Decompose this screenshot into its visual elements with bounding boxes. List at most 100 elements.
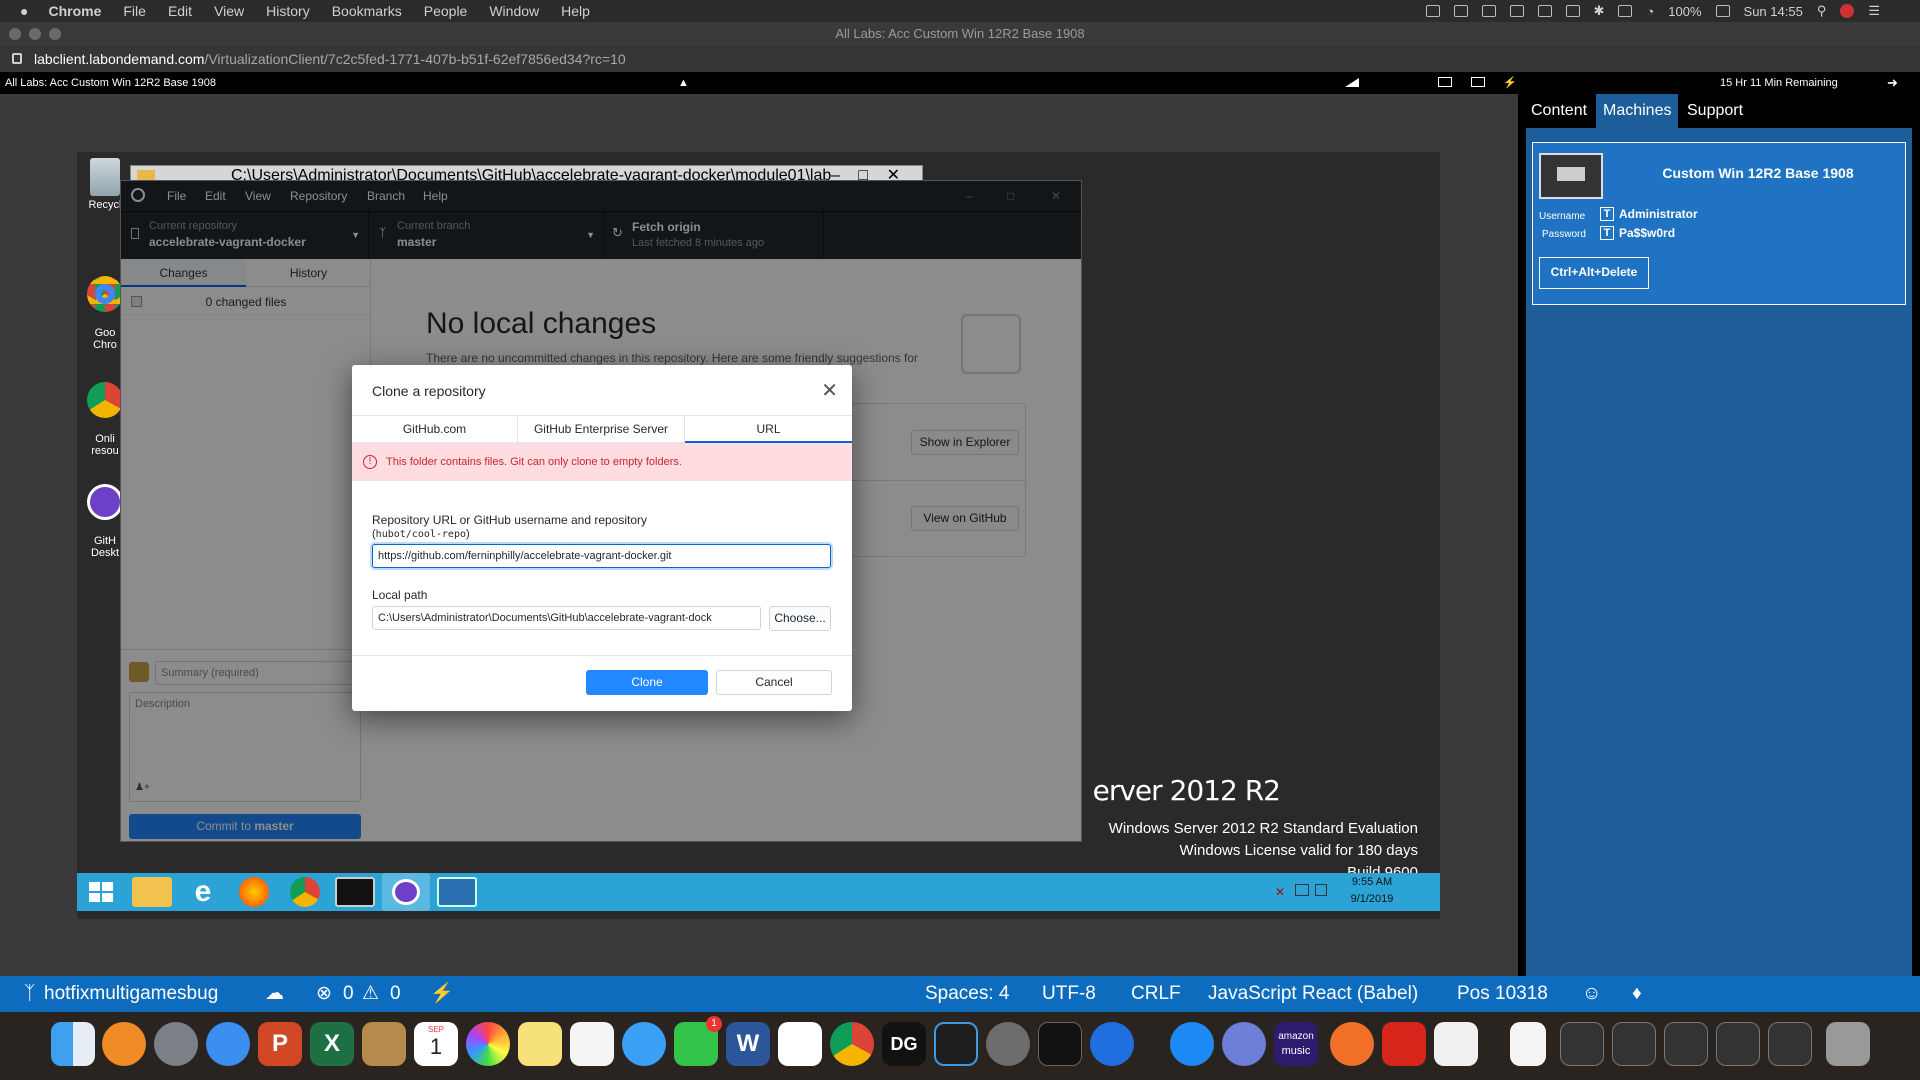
bluetooth-icon[interactable]: ✱ bbox=[1594, 3, 1605, 19]
type-text-password-button[interactable]: T bbox=[1600, 226, 1614, 240]
notification-center-icon[interactable]: ☰ bbox=[1868, 3, 1880, 19]
minimized-window-thumbnail[interactable] bbox=[1664, 1022, 1708, 1066]
tab-url[interactable]: URL bbox=[685, 416, 852, 443]
calendar-icon[interactable]: SEP 1 bbox=[414, 1022, 458, 1066]
books-icon[interactable] bbox=[102, 1022, 146, 1066]
notifications-bell-icon[interactable]: ♦ bbox=[1632, 976, 1642, 1012]
taskbar-date[interactable]: 9/1/2019 bbox=[1347, 893, 1397, 905]
amazon-music-icon[interactable]: amazon music bbox=[1274, 1022, 1318, 1066]
network-icon[interactable] bbox=[1295, 884, 1309, 896]
trash-icon[interactable] bbox=[1826, 1022, 1870, 1066]
volume-muted-icon[interactable]: ✕ bbox=[1275, 885, 1285, 899]
pdf-document-icon[interactable] bbox=[1510, 1022, 1546, 1066]
excel-icon[interactable]: X bbox=[310, 1022, 354, 1066]
menu-bookmarks[interactable]: Bookmarks bbox=[332, 3, 402, 19]
sync-cloud-icon[interactable]: ☁ bbox=[265, 976, 284, 1012]
tab-support[interactable]: Support bbox=[1680, 94, 1750, 128]
notes-icon[interactable] bbox=[518, 1022, 562, 1066]
slack-icon[interactable] bbox=[778, 1022, 822, 1066]
acrobat-icon[interactable] bbox=[1382, 1022, 1426, 1066]
spotlight-icon[interactable]: ⚲ bbox=[1817, 3, 1827, 19]
firefox-icon[interactable] bbox=[239, 877, 269, 907]
vscode-icon[interactable] bbox=[934, 1022, 978, 1066]
minimized-window-thumbnail[interactable] bbox=[1612, 1022, 1656, 1066]
firefox-icon[interactable] bbox=[1090, 1022, 1134, 1066]
finder-icon[interactable] bbox=[51, 1022, 95, 1066]
github-desktop-taskbar-active[interactable] bbox=[382, 873, 430, 911]
minimized-window-thumbnail[interactable] bbox=[1560, 1022, 1604, 1066]
close-window-button[interactable] bbox=[9, 28, 21, 40]
menu-help[interactable]: Help bbox=[561, 3, 590, 19]
line-ending[interactable]: CRLF bbox=[1131, 976, 1181, 1012]
menu-history[interactable]: History bbox=[266, 3, 310, 19]
chrome-icon[interactable] bbox=[290, 877, 320, 907]
menu-window[interactable]: Window bbox=[489, 3, 539, 19]
menu-people[interactable]: People bbox=[424, 3, 468, 19]
close-icon[interactable]: ✕ bbox=[821, 378, 838, 403]
chrome-icon[interactable] bbox=[830, 1022, 874, 1066]
git-branch-icon[interactable]: ᛉ bbox=[24, 976, 35, 1012]
password-value[interactable]: Pa$$w0rd bbox=[1619, 226, 1675, 240]
tab-content[interactable]: Content bbox=[1524, 94, 1594, 128]
local-path-input[interactable]: C:\Users\Administrator\Documents\GitHub\… bbox=[372, 606, 761, 630]
warning-count[interactable]: 0 bbox=[390, 976, 401, 1012]
user-avatar[interactable] bbox=[1840, 4, 1855, 18]
facetime-icon[interactable]: 1 bbox=[674, 1016, 722, 1066]
exit-icon[interactable]: ➜ bbox=[1887, 72, 1898, 94]
messages-icon[interactable] bbox=[622, 1022, 666, 1066]
launchpad-icon[interactable] bbox=[154, 1022, 198, 1066]
tab-github-com[interactable]: GitHub.com bbox=[352, 416, 518, 443]
indentation[interactable]: Spaces: 4 bbox=[925, 976, 1010, 1012]
start-button[interactable] bbox=[81, 877, 121, 907]
command-prompt-icon[interactable] bbox=[335, 877, 375, 907]
battery-indicator-icon[interactable] bbox=[1618, 5, 1633, 17]
feedback-smiley-icon[interactable]: ☺ bbox=[1582, 976, 1601, 1012]
word-icon[interactable]: W bbox=[726, 1022, 770, 1066]
tray-app-icon[interactable] bbox=[1453, 5, 1468, 17]
system-preferences-icon[interactable] bbox=[986, 1022, 1030, 1066]
zoom-window-button[interactable] bbox=[49, 28, 61, 40]
monitor-icon[interactable] bbox=[1471, 77, 1485, 87]
minimized-window-thumbnail[interactable] bbox=[1716, 1022, 1760, 1066]
cancel-button[interactable]: Cancel bbox=[716, 670, 832, 695]
language-mode[interactable]: JavaScript React (Babel) bbox=[1208, 976, 1418, 1012]
git-branch[interactable]: hotfixmultigamesbug bbox=[44, 976, 218, 1012]
tray-app-icon[interactable] bbox=[1537, 5, 1552, 17]
tab-github-enterprise[interactable]: GitHub Enterprise Server bbox=[518, 416, 685, 443]
file-explorer-icon[interactable] bbox=[132, 877, 172, 907]
tray-app-icon[interactable] bbox=[1565, 5, 1580, 17]
wifi-icon[interactable]: ◔ bbox=[1646, 4, 1654, 19]
mail-icon[interactable] bbox=[1438, 77, 1452, 87]
reminders-icon[interactable] bbox=[570, 1022, 614, 1066]
menubar-app-name[interactable]: Chrome bbox=[48, 3, 101, 19]
postman-icon[interactable] bbox=[1330, 1022, 1374, 1066]
tab-machines[interactable]: Machines bbox=[1596, 94, 1679, 128]
vm-viewport[interactable]: Recycl Goo Chro Onli resou GitH Deskt C:… bbox=[0, 94, 1518, 976]
choose-button[interactable]: Choose... bbox=[769, 606, 831, 631]
error-count[interactable]: 0 bbox=[343, 976, 354, 1012]
powerpoint-icon[interactable]: P bbox=[258, 1022, 302, 1066]
app-store-icon[interactable] bbox=[1170, 1022, 1214, 1066]
menu-view[interactable]: View bbox=[214, 3, 244, 19]
lock-icon[interactable] bbox=[12, 53, 22, 64]
vm-desktop[interactable]: Recycl Goo Chro Onli resou GitH Deskt C:… bbox=[77, 152, 1440, 919]
minimized-window-thumbnail[interactable] bbox=[1768, 1022, 1812, 1066]
warning-icon[interactable]: ⚠ bbox=[362, 976, 379, 1012]
menu-edit[interactable]: Edit bbox=[168, 3, 192, 19]
notebook-icon[interactable] bbox=[362, 1022, 406, 1066]
datagrip-icon[interactable]: DG bbox=[882, 1022, 926, 1066]
photos-icon[interactable] bbox=[466, 1022, 510, 1066]
pin-icon[interactable]: ▲ bbox=[678, 72, 689, 94]
tray-app-icon[interactable] bbox=[1481, 5, 1496, 17]
minimize-window-button[interactable] bbox=[29, 28, 41, 40]
repository-url-input[interactable]: https://github.com/ferninphilly/accelebr… bbox=[372, 544, 831, 568]
menu-file[interactable]: File bbox=[123, 3, 146, 19]
action-center-icon[interactable] bbox=[1315, 884, 1327, 896]
flag-icon[interactable] bbox=[1715, 5, 1730, 17]
encoding[interactable]: UTF-8 bbox=[1042, 976, 1096, 1012]
tray-app-icon[interactable] bbox=[1425, 5, 1440, 17]
clone-button[interactable]: Clone bbox=[586, 670, 708, 695]
powershell-icon[interactable] bbox=[437, 877, 477, 907]
safari-icon[interactable] bbox=[206, 1022, 250, 1066]
menubar-clock[interactable]: Sun 14:55 bbox=[1744, 4, 1803, 19]
